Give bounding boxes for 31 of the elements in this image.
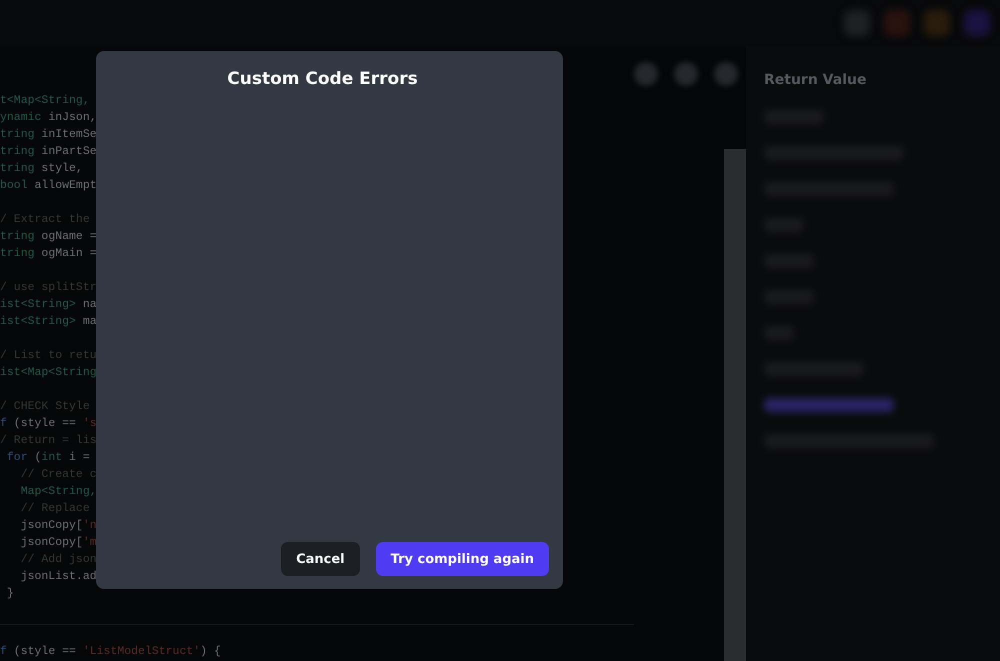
blurred-toolbar-button[interactable] [714, 62, 738, 86]
code-line: jsonList.ad [20, 569, 97, 585]
code-line: Map<String, [20, 484, 97, 500]
code-line: ynamic inJson, [0, 110, 97, 126]
retry-button[interactable]: Try compiling again [376, 542, 549, 576]
code-line: } [6, 586, 14, 602]
code-line: ist<String> na [0, 297, 97, 313]
code-line: tring inPartSe [0, 144, 97, 160]
code-line: ist<Map<String [0, 365, 97, 381]
code-line: t<Map<String, [0, 93, 90, 109]
code-line: jsonCopy['n [20, 518, 97, 534]
code-line: ist<String> ma [0, 314, 97, 330]
blurred-toolbar-item[interactable] [924, 10, 950, 36]
blurred-button[interactable] [764, 398, 894, 412]
code-line: tring ogName = [0, 229, 97, 245]
dialog-title: Custom Code Errors [227, 69, 418, 89]
code-line: tring inItemSe [0, 127, 97, 143]
code-line: f (style == 's [0, 416, 97, 432]
blurred-toolbar-button[interactable] [674, 62, 698, 86]
blurred-toolbar-button[interactable] [634, 62, 658, 86]
blurred-toolbar-item[interactable] [964, 10, 990, 36]
code-line: f (style == 'ListModelStruct') { [0, 644, 221, 660]
code-line: tring ogMain = [0, 246, 97, 262]
blurred-toolbar-item[interactable] [884, 10, 910, 36]
cancel-button[interactable]: Cancel [281, 542, 360, 576]
scrollbar[interactable] [724, 149, 746, 661]
code-line: jsonCopy['m [20, 535, 97, 551]
panel-title: Return Value [764, 72, 868, 88]
code-line: bool allowEmpt [0, 178, 97, 194]
code-line: for (int i = [6, 450, 90, 466]
code-line: tring style, [0, 161, 83, 177]
